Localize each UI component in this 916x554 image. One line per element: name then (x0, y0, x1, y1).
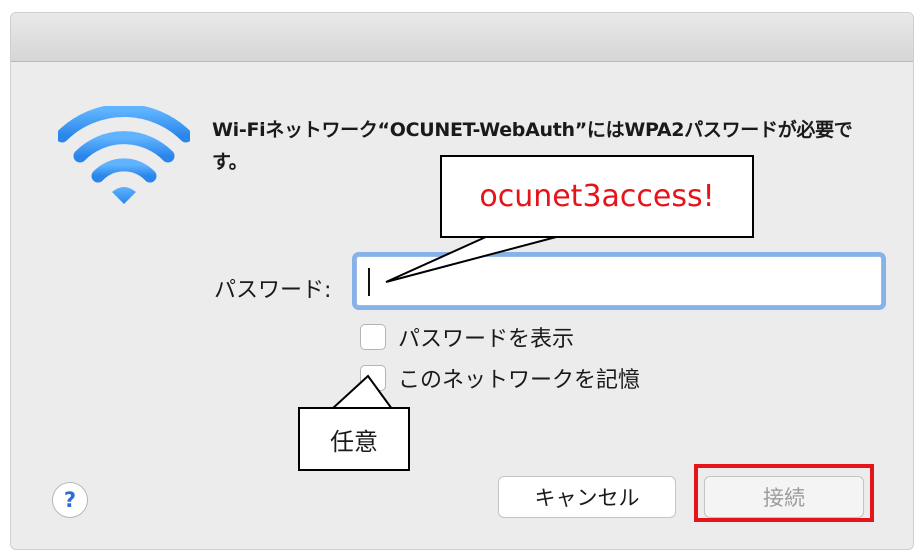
password-hint-callout: ocunet3access! (440, 155, 754, 238)
help-button[interactable]: ? (52, 482, 88, 518)
remember-network-label: このネットワークを記憶 (398, 368, 641, 393)
wifi-icon (58, 106, 190, 204)
password-label: パスワード: (214, 278, 332, 303)
show-password-label: パスワードを表示 (398, 327, 575, 352)
title-bar[interactable] (11, 13, 913, 62)
show-password-checkbox[interactable] (360, 324, 386, 350)
connect-highlight-box (694, 464, 874, 522)
remember-network-option[interactable]: このネットワークを記憶 (360, 362, 640, 394)
remember-network-checkbox[interactable] (360, 365, 386, 391)
password-hint-text: ocunet3access! (479, 179, 715, 214)
help-icon: ? (63, 488, 77, 512)
cancel-button[interactable]: キャンセル (498, 476, 676, 518)
optional-text: 任意 (330, 427, 378, 456)
text-caret (368, 268, 370, 296)
optional-callout: 任意 (298, 407, 410, 471)
password-input[interactable] (356, 256, 882, 306)
show-password-option[interactable]: パスワードを表示 (360, 321, 574, 353)
